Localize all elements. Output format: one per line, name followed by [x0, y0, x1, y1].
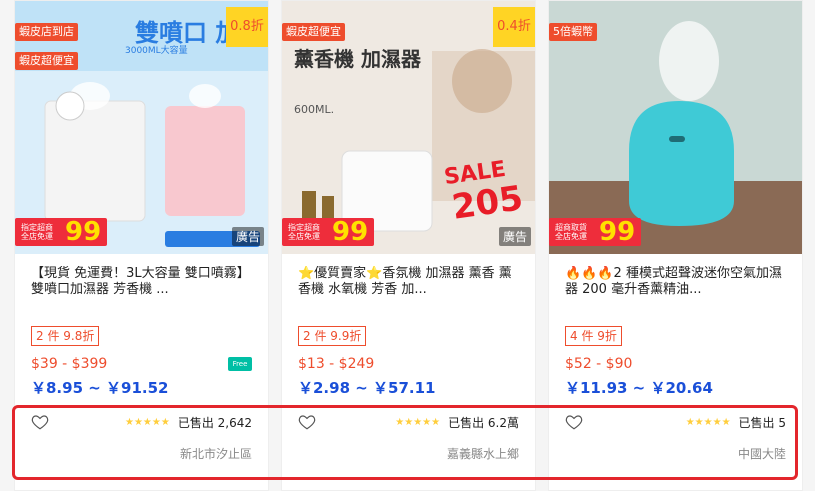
product-image[interactable]: 蝦皮超便宜 薰香機 加濕器 600ML. SALE 205 0.4折 指定超商 …	[282, 1, 535, 254]
product-title[interactable]: ⭐優質賣家⭐香氛機 加濕器 薰香 薰香機 水氧機 芳香 加...	[298, 266, 519, 300]
product-grid: 蝦皮店到店 蝦皮超便宜 雙噴口 加濕 3000ML大容量 0.8折 指定超商 全…	[0, 0, 815, 491]
free-shipping-icon: Free	[228, 357, 252, 371]
promo-banner: 指定超商 全店免運 99	[15, 217, 108, 247]
discount-tag: 0.4折	[493, 7, 535, 47]
price-text: $39 - $399	[31, 356, 108, 372]
bundle-deal: 2 件 9.8折	[31, 326, 100, 346]
product-image[interactable]: 5倍蝦幣 超商取貨 全店免運 99	[549, 1, 802, 254]
bundle-deal: 2 件 9.9折	[298, 326, 367, 346]
bundle-deal: 4 件 9折	[565, 326, 622, 346]
sold-count: 已售出 2,642	[177, 415, 252, 430]
ad-label: 廣告	[231, 227, 264, 246]
converted-price: ￥2.98 ~ ￥57.11	[298, 379, 436, 397]
heart-icon[interactable]	[31, 413, 49, 431]
sold-count: 已售出 6.2萬	[448, 415, 519, 430]
price-range: $13 - $249	[298, 356, 375, 372]
product-card[interactable]: 蝦皮店到店 蝦皮超便宜 雙噴口 加濕 3000ML大容量 0.8折 指定超商 全…	[14, 0, 269, 491]
image-capacity: 3000ML大容量	[125, 46, 188, 56]
price-range: $52 - $90	[565, 356, 633, 372]
sold-count: 已售出 5	[738, 415, 786, 430]
rating-stars: ★★★★★	[125, 416, 170, 428]
badge-cheap: 蝦皮超便宜	[282, 23, 345, 41]
image-sub: 600ML.	[294, 103, 335, 116]
shop-location: 嘉義縣水上鄉	[446, 447, 519, 461]
product-title[interactable]: 【現貨 免運費！3L大容量 雙口噴霧】雙噴口加濕器 芳香機 ...	[31, 266, 252, 300]
badge-coins: 5倍蝦幣	[549, 23, 597, 41]
ad-label: 廣告	[498, 227, 531, 246]
shop-location: 中國大陸	[737, 447, 786, 461]
promo-banner: 指定超商 全店免運 99	[282, 217, 375, 247]
badge-cheap: 蝦皮超便宜	[15, 52, 78, 70]
promo-banner: 超商取貨 全店免運 99	[549, 217, 642, 247]
heart-icon[interactable]	[298, 413, 316, 431]
rating-stars: ★★★★★	[395, 416, 441, 428]
promo-big-number: 99	[599, 217, 636, 247]
discount-tag: 0.8折	[226, 7, 268, 47]
promo-big-number: 99	[332, 217, 369, 247]
price-range: $39 - $399 Free	[31, 355, 252, 373]
converted-price: ￥8.95 ~ ￥91.52	[31, 379, 169, 397]
promo-small-text: 指定超商 全店免運	[288, 223, 320, 241]
heart-icon[interactable]	[565, 413, 583, 431]
product-card[interactable]: 蝦皮超便宜 薰香機 加濕器 600ML. SALE 205 0.4折 指定超商 …	[281, 0, 536, 491]
promo-big-number: 99	[65, 217, 102, 247]
image-headline: 薰香機 加濕器	[294, 47, 421, 71]
badge-store-pickup: 蝦皮店到店	[15, 23, 78, 41]
product-title[interactable]: 🔥🔥🔥2 種模式超聲波迷你空氣加濕器 200 毫升香薰精油...	[565, 266, 786, 300]
product-image[interactable]: 蝦皮店到店 蝦皮超便宜 雙噴口 加濕 3000ML大容量 0.8折 指定超商 全…	[15, 1, 268, 254]
shop-location: 新北市汐止區	[179, 447, 252, 461]
promo-small-text: 指定超商 全店免運	[21, 223, 53, 241]
rating-stars: ★★★★★	[685, 416, 731, 428]
promo-small-text: 超商取貨 全店免運	[555, 223, 587, 241]
converted-price: ￥11.93 ~ ￥20.64	[565, 379, 713, 397]
product-card[interactable]: 5倍蝦幣 超商取貨 全店免運 99 🔥🔥🔥2 種模式超聲波迷你空氣加濕器 200…	[548, 0, 803, 491]
